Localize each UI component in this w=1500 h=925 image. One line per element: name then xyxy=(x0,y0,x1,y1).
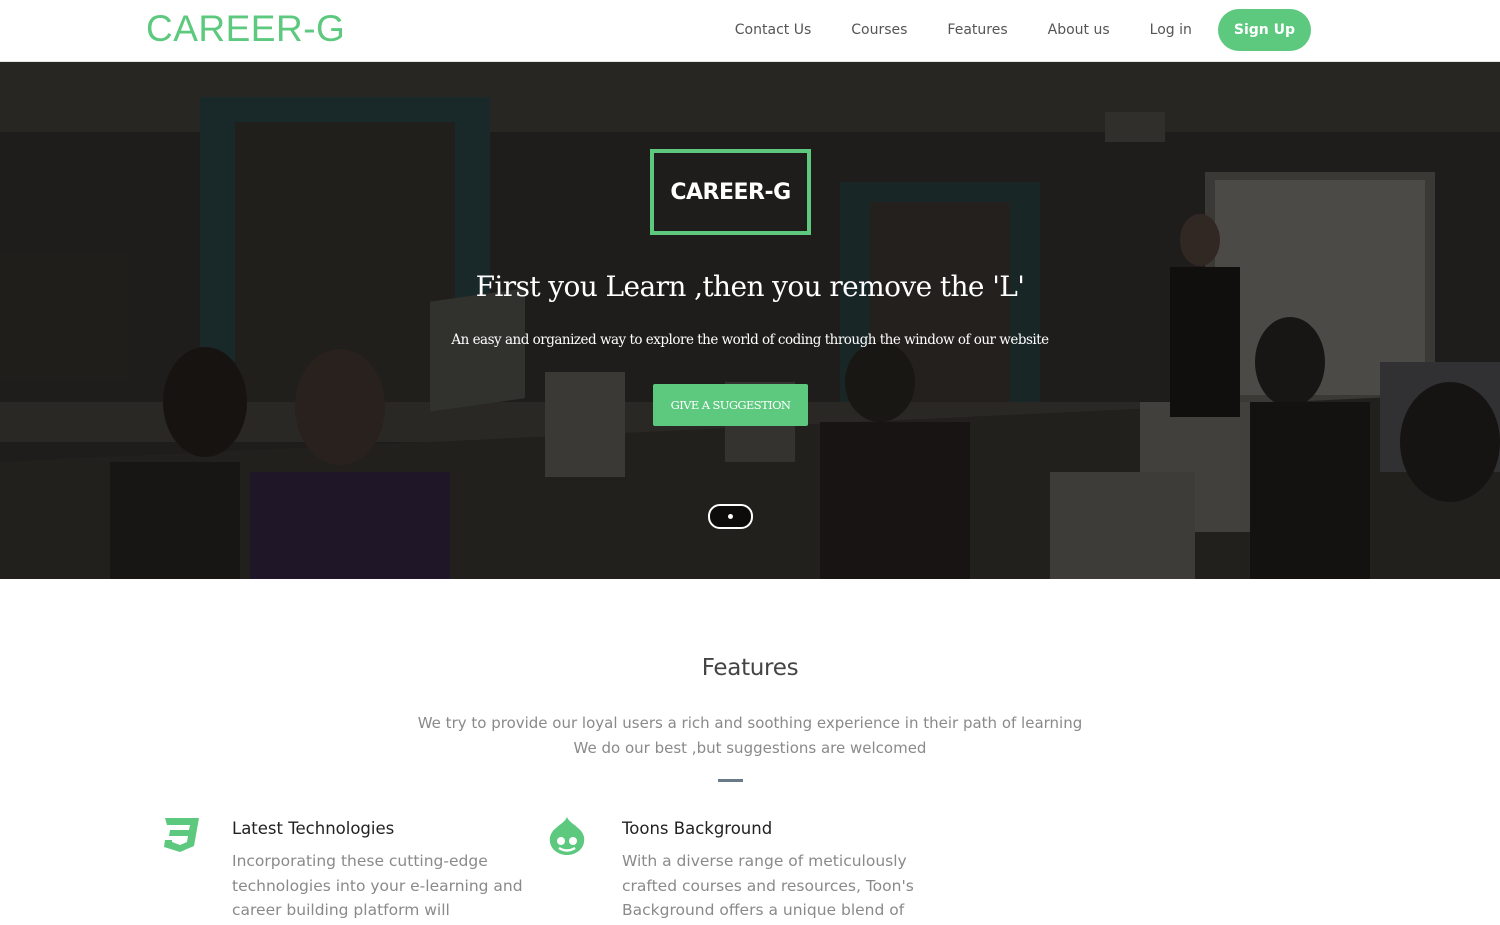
features-desc-line-2: We do our best ,but suggestions are welc… xyxy=(573,739,927,757)
feature-text: With a diverse range of meticulously cra… xyxy=(622,849,942,923)
feature-text-line: Background offers a unique blend of xyxy=(622,901,905,919)
hero-subtitle: An easy and organized way to explore the… xyxy=(451,332,1049,348)
drupal-icon xyxy=(549,817,585,855)
css3-icon xyxy=(164,818,199,852)
features-description: We try to provide our loyal users a rich… xyxy=(0,711,1500,761)
hero-carousel: CAREER-G First you Learn ,then you remov… xyxy=(0,62,1500,579)
give-suggestion-button[interactable]: GIVE A SUGGESTION xyxy=(653,384,808,426)
sign-up-button[interactable]: Sign Up xyxy=(1217,9,1311,51)
hero-title: First you Learn ,then you remove the 'L' xyxy=(475,270,1025,303)
hero-overlay xyxy=(0,62,1500,579)
feature-text-line: With a diverse range of meticulously xyxy=(622,852,907,870)
hero-logo-box: CAREER-G xyxy=(650,149,811,235)
nav-courses[interactable]: Courses xyxy=(851,22,907,38)
features-divider xyxy=(718,779,743,782)
nav-links: Contact Us Courses Features About us Log… xyxy=(735,8,1311,52)
nav-contact-us[interactable]: Contact Us xyxy=(735,22,811,38)
features-heading: Features xyxy=(701,655,799,681)
feature-text-line: technologies into your e-learning and xyxy=(232,876,523,895)
hero-logo-text: CAREER-G xyxy=(670,179,791,205)
nav-log-in[interactable]: Log in xyxy=(1150,22,1192,38)
carousel-indicator-dot[interactable] xyxy=(728,514,733,519)
features-desc-line-1: We try to provide our loyal users a rich… xyxy=(417,714,1083,732)
carousel-indicator[interactable] xyxy=(708,504,753,529)
feature-text: Incorporating these cutting-edge technol… xyxy=(232,849,552,923)
nav-features[interactable]: Features xyxy=(947,22,1007,38)
feature-text-line: crafted courses and resources, Toon's xyxy=(622,876,914,895)
navbar: CAREER-G Contact Us Courses Features Abo… xyxy=(0,0,1500,62)
feature-title: Latest Technologies xyxy=(232,819,395,838)
brand-logo[interactable]: CAREER-G xyxy=(146,8,345,50)
feature-text-line: Incorporating these cutting-edge xyxy=(232,852,488,870)
nav-about-us[interactable]: About us xyxy=(1048,22,1110,38)
feature-title: Toons Background xyxy=(622,819,773,838)
feature-text-line: career building platform will xyxy=(232,901,450,919)
